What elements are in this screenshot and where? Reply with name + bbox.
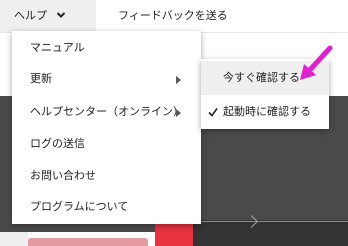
timeline-line: [200, 221, 348, 222]
chevron-down-icon: [56, 12, 65, 18]
menu-bar: ヘルプ フィードバックを送る: [0, 0, 348, 33]
submenu-item-check-on-startup[interactable]: 起動時に確認する: [201, 95, 329, 129]
menu-item-contact[interactable]: お問い合わせ: [12, 161, 201, 191]
annotation-arrow-icon: [300, 45, 333, 80]
menu-item-label: プログラムについて: [30, 200, 129, 213]
help-dropdown-menu: マニュアル 更新 ヘルプセンター（オンライン） ログの送信 お問い合わせ プログ…: [12, 31, 201, 224]
menu-item-label: お問い合わせ: [30, 169, 96, 182]
checkmark-icon: [208, 108, 218, 117]
help-menu-button[interactable]: ヘルプ: [0, 0, 96, 32]
submenu-arrow-icon: [176, 76, 181, 84]
submenu-item-label: 起動時に確認する: [223, 105, 311, 118]
menu-item-label: ログの送信: [30, 137, 85, 150]
help-menu-label: ヘルプ: [14, 9, 47, 22]
partial-button: [28, 238, 148, 246]
timeline-area: [193, 220, 348, 246]
menu-item-help-center[interactable]: ヘルプセンター（オンライン）: [12, 97, 201, 127]
menu-item-send-log[interactable]: ログの送信: [12, 129, 201, 159]
menu-item-label: ヘルプセンター（オンライン）: [30, 105, 184, 118]
feedback-menu-button[interactable]: フィードバックを送る: [118, 0, 228, 32]
menu-item-about[interactable]: プログラムについて: [12, 192, 201, 222]
bottom-panel-left: [0, 232, 28, 246]
menu-item-update[interactable]: 更新: [12, 64, 201, 94]
menu-item-manual[interactable]: マニュアル: [12, 33, 201, 63]
submenu-item-label: 今すぐ確認する: [223, 71, 300, 84]
menu-item-label: 更新: [30, 72, 52, 85]
feedback-menu-label: フィードバックを送る: [118, 9, 228, 22]
menu-item-label: マニュアル: [30, 41, 85, 54]
submenu-arrow-icon: [176, 109, 181, 117]
